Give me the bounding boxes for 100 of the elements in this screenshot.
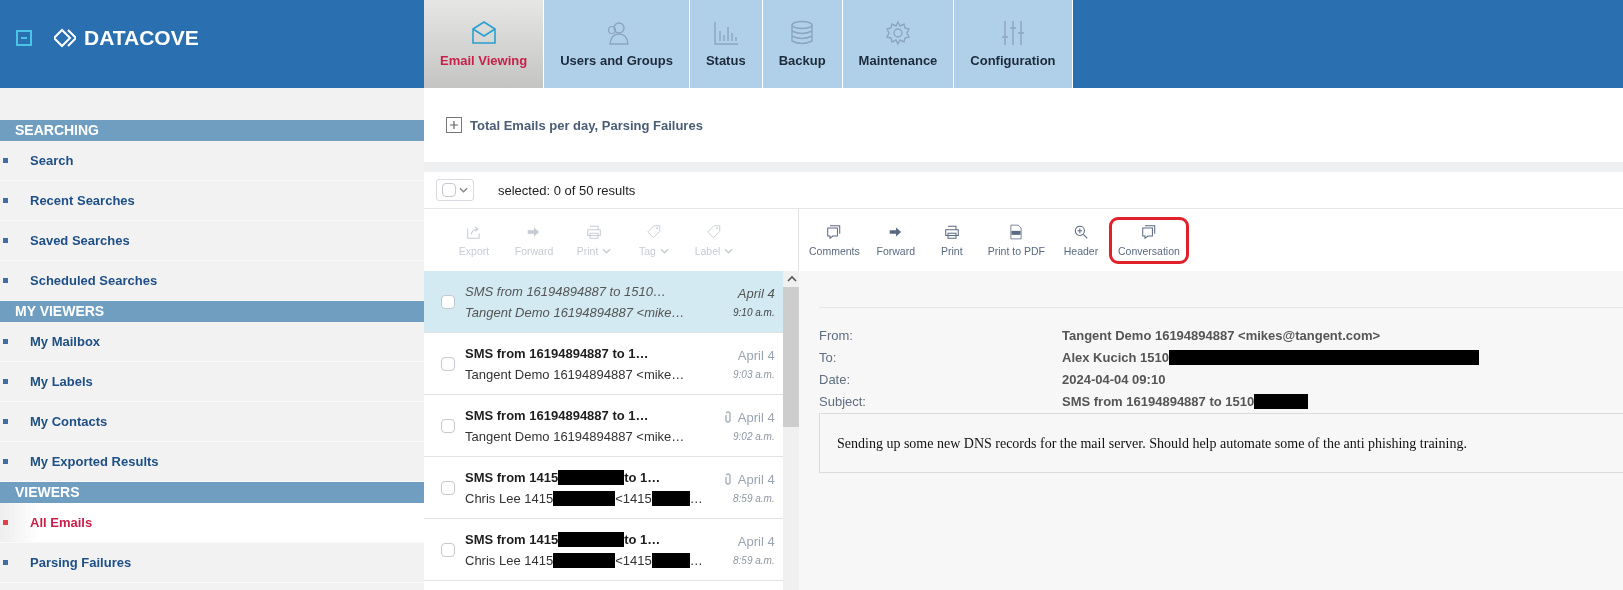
nav-tab[interactable]: Email Viewing xyxy=(424,0,545,88)
row-checkbox[interactable] xyxy=(441,542,455,557)
sidebar-item[interactable]: Search xyxy=(0,141,424,181)
email-text: <1415 xyxy=(615,490,652,506)
toolbar-button[interactable]: Forward xyxy=(867,217,924,263)
collapse-icon[interactable] xyxy=(16,30,32,46)
email-time: 8:59 a.m. xyxy=(733,492,775,504)
toolbar-button[interactable]: Print to PDF xyxy=(979,217,1053,263)
redaction-bar xyxy=(558,531,625,547)
pdf-file-icon xyxy=(1008,223,1025,240)
sidebar-item[interactable]: My Labels xyxy=(0,362,424,402)
gear-icon xyxy=(883,19,912,47)
toolbar-button[interactable]: Conversation xyxy=(1108,216,1189,264)
email-row[interactable]: SMS from 16194894887 to 1… Tangent Demo 16194894887 <mike… April 4 9:03 a.m. xyxy=(424,333,783,395)
caret-icon xyxy=(724,247,734,254)
redaction-bar xyxy=(651,552,690,568)
expand-icon[interactable] xyxy=(446,117,462,133)
email-time: 9:10 a.m. xyxy=(733,306,775,318)
panel-title[interactable]: Total Emails per day, Parsing Failures xyxy=(470,117,703,133)
nav-tab[interactable]: Status xyxy=(689,0,763,88)
email-text: <1415 xyxy=(615,552,652,568)
redaction-bar xyxy=(558,469,625,485)
speech-bubbles-icon xyxy=(826,223,843,240)
header-value: Tangent Demo 16194894887 <mikes@tangent.com> xyxy=(1062,328,1381,343)
email-text: SMS from 1415 xyxy=(465,469,559,485)
zoom-in-icon xyxy=(1072,223,1089,240)
sidebar-item[interactable]: Parsing Failures xyxy=(0,543,424,583)
logo-icon xyxy=(54,27,76,49)
row-checkbox[interactable] xyxy=(441,418,455,433)
header-label: Date: xyxy=(819,372,852,387)
printer-icon xyxy=(586,223,602,240)
header-label: Subject: xyxy=(819,394,867,409)
email-text: SMS from 16194894887 to 1510… xyxy=(465,283,666,299)
scrollbar-thumb[interactable] xyxy=(782,287,801,427)
nav-tab[interactable]: Configuration xyxy=(954,0,1073,88)
header-label: To: xyxy=(819,350,838,365)
caret-icon xyxy=(602,247,612,254)
email-date: April 4 xyxy=(737,409,775,425)
sidebar-item[interactable]: All Emails xyxy=(0,503,424,543)
email-time: 8:59 a.m. xyxy=(733,554,775,566)
email-text: Tangent Demo 16194894887 <mike… xyxy=(465,428,685,444)
email-text: to 1… xyxy=(624,531,661,547)
email-row[interactable]: SMS from 16194894887 to 1… Tangent Demo 16194894887 <mike… April 4 9:02 a.m. xyxy=(424,395,783,457)
nav-tab[interactable]: Maintenance xyxy=(842,0,955,88)
email-date: April 4 xyxy=(737,471,775,487)
row-checkbox[interactable] xyxy=(441,480,455,495)
speech-bubbles-icon xyxy=(1140,223,1157,240)
section-header: MY VIEWERS xyxy=(0,301,424,322)
header-value: SMS from 16194894887 to 1510 xyxy=(1062,394,1255,409)
bar-chart-icon xyxy=(711,19,740,47)
email-time: 9:02 a.m. xyxy=(733,430,775,442)
email-text: SMS from 16194894887 to 1… xyxy=(465,345,649,361)
email-text: Chris Lee 1415 xyxy=(465,552,554,568)
header-label: From: xyxy=(819,328,854,343)
email-text: to 1… xyxy=(624,469,661,485)
email-date: April 4 xyxy=(737,347,775,363)
toolbar-button[interactable]: Header xyxy=(1052,217,1109,263)
redaction-bar xyxy=(1254,394,1309,409)
logo-text: DATACOVE xyxy=(84,26,199,50)
export-icon xyxy=(466,223,482,240)
header-value: Alex Kucich 1510 xyxy=(1062,350,1169,365)
select-all-checkbox[interactable] xyxy=(436,179,474,201)
tag-icon xyxy=(706,223,722,240)
email-row[interactable]: SMS from 16194894887 to 1510… Tangent Demo 16194894887 <mike… April 4 9:10 a.m. xyxy=(424,271,783,333)
email-date: April 4 xyxy=(737,285,775,301)
nav-tab[interactable]: Users and Groups xyxy=(544,0,690,88)
email-text: SMS from 1415 xyxy=(465,531,559,547)
redaction-bar xyxy=(553,552,616,568)
email-text: … xyxy=(689,490,703,506)
nav-tab[interactable]: Backup xyxy=(762,0,843,88)
email-text: Tangent Demo 16194894887 <mike… xyxy=(465,304,685,320)
tag-icon xyxy=(646,223,662,240)
email-text: Chris Lee 1415 xyxy=(465,490,554,506)
caret-icon xyxy=(459,187,468,193)
message-body: Sending up some new DNS records for the mail server. Should help automate some of the anti phishing training. xyxy=(837,436,1467,451)
sidebar-item[interactable]: My Contacts xyxy=(0,402,424,442)
caret-icon xyxy=(659,247,669,254)
email-time: 9:03 a.m. xyxy=(733,368,775,380)
toolbar-button[interactable]: Print xyxy=(923,217,980,263)
email-text: … xyxy=(689,552,703,568)
redaction-bar xyxy=(651,490,690,506)
email-text: Tangent Demo 16194894887 <mike… xyxy=(465,366,685,382)
row-checkbox[interactable] xyxy=(441,294,455,309)
printer-icon xyxy=(943,223,960,240)
sidebar-item[interactable]: Saved Searches xyxy=(0,221,424,261)
scroll-up-icon[interactable] xyxy=(786,275,797,283)
section-header: VIEWERS xyxy=(0,482,424,503)
email-row[interactable]: SMS from 1415 to 1… Chris Lee 1415 <1415 … April 4 8:59 a.m. xyxy=(424,519,783,581)
sidebar-item[interactable]: My Mailbox xyxy=(0,322,424,362)
envelope-icon xyxy=(469,19,498,47)
email-text: SMS from 16194894887 to 1… xyxy=(465,407,649,423)
email-row[interactable]: SMS from 1415 to 1… Chris Lee 1415 <1415 … April 4 8:59 a.m. xyxy=(424,457,783,519)
section-header: SEARCHING xyxy=(0,120,424,141)
row-checkbox[interactable] xyxy=(441,356,455,371)
header-value: 2024-04-04 09:10 xyxy=(1062,372,1166,387)
redaction-bar xyxy=(553,490,616,506)
toolbar-button[interactable]: Comments xyxy=(801,217,868,263)
sidebar-item[interactable]: Recent Searches xyxy=(0,181,424,221)
email-date: April 4 xyxy=(737,533,775,549)
selection-summary: selected: 0 of 50 results xyxy=(498,182,636,198)
